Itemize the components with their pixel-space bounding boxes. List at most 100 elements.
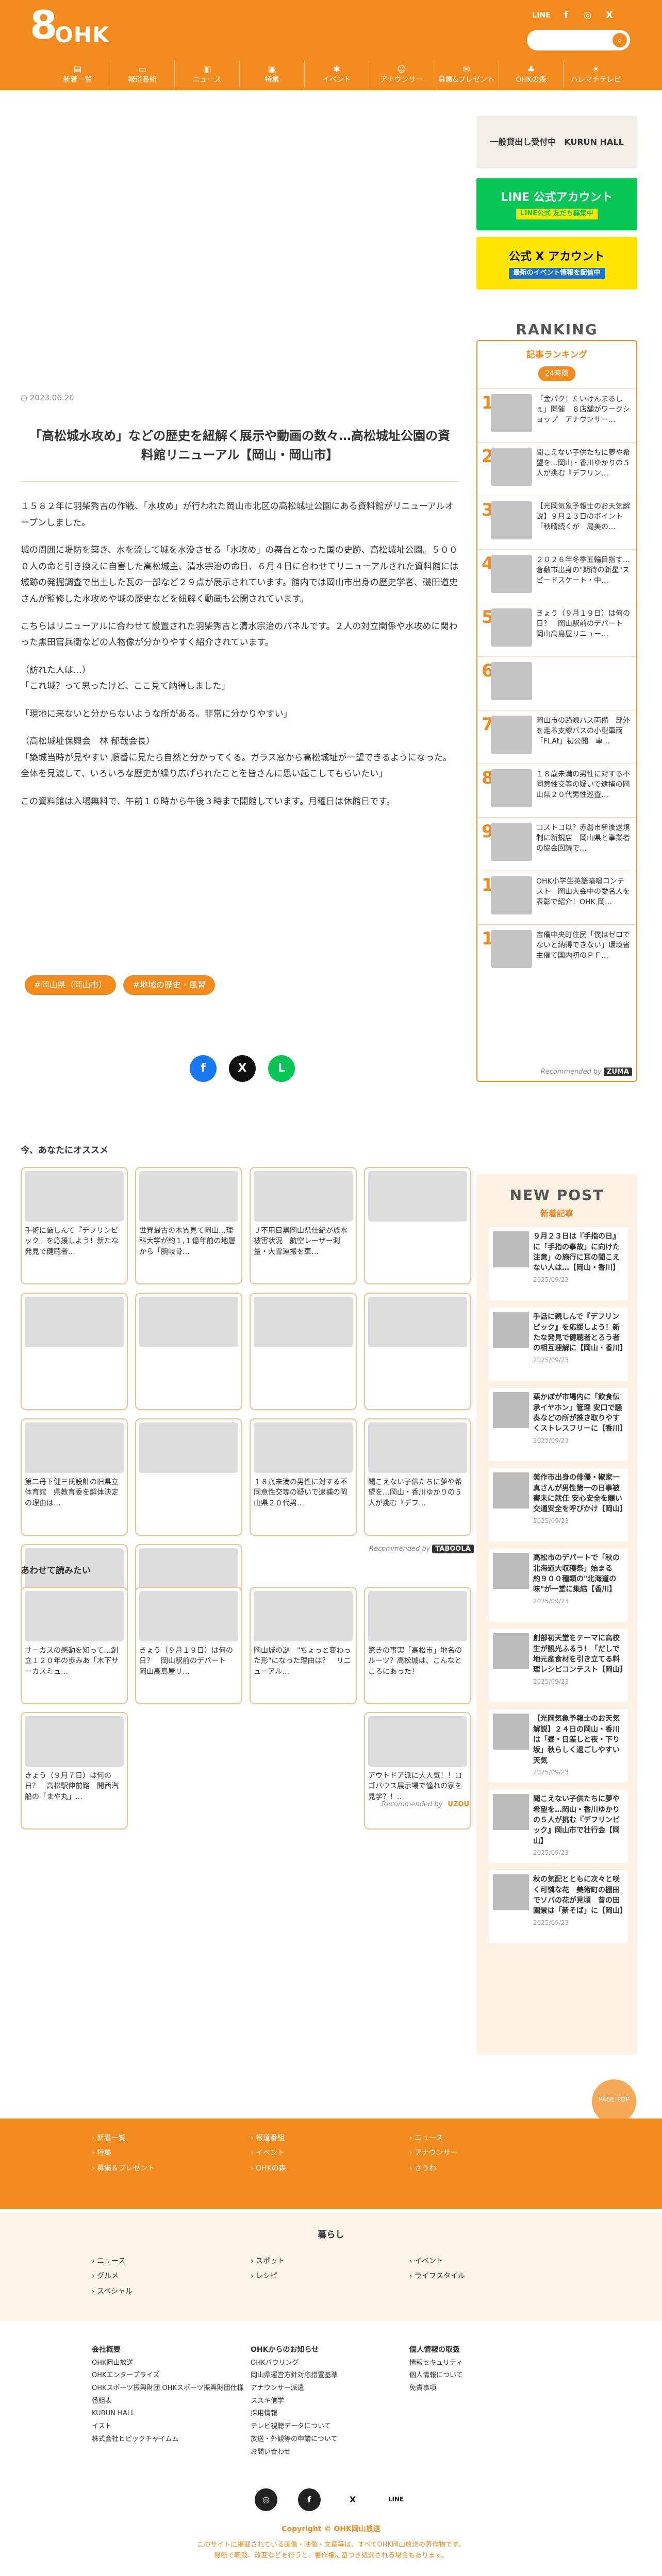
tag[interactable]: #岡山県（岡山市） (25, 975, 117, 995)
recommend-card[interactable] (250, 1293, 357, 1410)
footer-link[interactable]: › アナウンサー (409, 2146, 458, 2161)
related-card[interactable]: きょう（９月７日）は何の日？ 高松駅伸前路 開西汽船の「まや丸」… (21, 1712, 128, 1829)
page-top-button[interactable]: PAGE TOP (592, 2079, 636, 2124)
newpost-item[interactable]: 栗かぼが市場内に「飲食伝承イヤホン」管理 安口で騒奏などの所が推き取りやすくスト… (489, 1388, 628, 1462)
footer-link[interactable]: OHKエンタープライズ (92, 2369, 244, 2382)
footer-link[interactable]: OHKバウリング (251, 2357, 338, 2370)
taboola-credit[interactable]: Recommended by TABOOLA (369, 1544, 474, 1555)
kurashi-link[interactable]: › レシピ (251, 2269, 285, 2284)
zuma-credit[interactable]: Recommended by ZUMA (541, 1067, 632, 1078)
newpost-item[interactable]: 高松市のデパートで「秋の北海道大収穫祭」始まる 約９００種類の"北海道の味"が一… (489, 1549, 628, 1622)
footer-link[interactable]: › 特集 (92, 2146, 155, 2161)
footer-link[interactable]: お問い合わせ (251, 2446, 338, 2459)
x-account-banner[interactable]: 公式 X アカウント 最新のイベント情報を配信中 (476, 237, 637, 290)
nav-item[interactable]: ✱ イベント (305, 61, 370, 88)
ranking-item[interactable]: 2 聞こえない子供たちに夢や希望を…岡山・香川ゆかりの５人が挑む『デフリン… (477, 442, 636, 496)
recommend-card[interactable] (135, 1418, 242, 1536)
tag[interactable]: #地域の歴史・風習 (123, 975, 215, 995)
facebook-share-icon[interactable]: f (190, 1055, 217, 1082)
footer-link[interactable]: › OHKの森 (251, 2161, 286, 2176)
line-account-banner[interactable]: LINE 公式アカウント LINE公式 友だち募集中 (476, 178, 637, 230)
ranking-item[interactable]: 10 OHK小学生英語暗唱コンテスト 岡山大会中の愛名人を表彰で紹介！OHK 岡… (477, 870, 636, 924)
x-share-icon[interactable]: X (229, 1055, 256, 1082)
nav-item[interactable]: ☺ アナウンサー (369, 61, 435, 88)
nav-item[interactable]: ▭ 報道番組 (110, 61, 175, 88)
footer-link[interactable]: 番組表 (92, 2395, 244, 2408)
recommend-card[interactable] (364, 1167, 471, 1284)
footer-link[interactable]: 株式会社ヒピックチャイムム (92, 2433, 244, 2446)
related-card[interactable]: サーカスの感動を知って…創立１２０年の歩みあ「木下サーカスミュ… (21, 1587, 128, 1704)
kurashi-link[interactable]: › ニュース (92, 2254, 133, 2269)
line-icon[interactable]: LINE (531, 8, 552, 23)
ranking-item[interactable]: 5 きょう（９月１９日）は何の日？ 岡山駅前のデパート 岡山高島屋リニュー… (477, 602, 636, 656)
related-card[interactable]: 岡山城の謎 "ちょっと変わった形"になった理由は？ リニューアル… (250, 1587, 357, 1704)
recommend-card[interactable]: １８歳未満の男性に対する不同意性交等の疑いで逮捕の岡山県２０代男… (250, 1418, 357, 1536)
ranking-item[interactable]: 9 コストコ以？赤磐市新後送境制に新規店 岡山県と事業者の協会回議で… (477, 817, 636, 871)
footer-link[interactable]: テレビ視聴データについて (251, 2420, 338, 2433)
footer-link[interactable]: 個人情報について (409, 2369, 463, 2382)
footer-link[interactable]: › 新着一覧 (92, 2131, 155, 2146)
x-icon[interactable]: X (341, 2488, 364, 2511)
instagram-icon[interactable]: ◎ (581, 8, 595, 23)
ohk-logo[interactable]: 8 OHK (30, 5, 109, 48)
recommend-card[interactable]: 世界最古の木質見て岡山…理科大学が約１,１億年前の地層から「腕岐骨… (135, 1167, 242, 1284)
footer-link[interactable]: 岡山県運営方針対応措置基準 (251, 2369, 338, 2382)
facebook-icon[interactable]: f (559, 8, 573, 23)
footer-link[interactable]: › 報道番組 (251, 2131, 286, 2146)
line-icon[interactable]: LINE (385, 2488, 407, 2511)
nav-item[interactable]: ▤ 新着一覧 (45, 61, 110, 88)
footer-link[interactable]: イスト (92, 2420, 244, 2433)
related-card[interactable]: 驚きの事実「高松市」地名のルーツ？高松城は、こんなところにあった！ (364, 1587, 471, 1704)
instagram-icon[interactable]: ◎ (255, 2488, 277, 2511)
footer-link[interactable]: OHK岡山放送 (92, 2357, 244, 2370)
kurun-hall-banner[interactable]: 一般貸出し受付中 KURUN HALL (476, 116, 637, 168)
recommend-card[interactable] (21, 1293, 128, 1410)
footer-link[interactable]: › 募集＆プレゼント (92, 2161, 155, 2176)
related-card[interactable]: アウトドア派に大人気！！ロゴバウス展示場で憧れの家を見学？！… (364, 1712, 471, 1829)
kurashi-link[interactable]: › ライフスタイル (409, 2269, 465, 2284)
ranking-item[interactable]: 8 １８歳未満の男性に対する不同意性交等の疑いで逮捕の岡山県２０代男性巡査… (477, 763, 636, 817)
kurashi-link[interactable]: › グルメ (92, 2269, 133, 2284)
footer-link[interactable]: › ニュース (409, 2131, 458, 2146)
kurashi-link[interactable]: › スポット (251, 2254, 285, 2269)
footer-link[interactable]: アナウンサー派遣 (251, 2382, 338, 2395)
recommend-card[interactable]: 手術に厳しんで『デフリンピック』を応援しよう！新たな発見で健聴者… (21, 1167, 128, 1284)
footer-link[interactable]: ススキ信学 (251, 2395, 338, 2408)
footer-link[interactable]: › さうわ (409, 2161, 458, 2176)
ranking-item[interactable]: 11 吉備中央町住民「僕はゼロでないと納得できない」環境省主催で国内初のＰＦ… (477, 924, 636, 978)
line-share-icon[interactable]: L (268, 1055, 295, 1082)
ranking-item[interactable]: 3 【光岡気象予報士のお天気解説】９月２３日のポイント「秋晴続くが 局美の… (477, 495, 636, 549)
footer-link[interactable]: 免責事項 (409, 2382, 463, 2395)
x-icon[interactable]: X (602, 8, 617, 23)
kurashi-link[interactable]: › スペシャル (92, 2284, 133, 2299)
newpost-item[interactable]: 手話に親しんで『デフリンピック』を応援しよう！新たな発見で健聴者とろう者の相互理… (489, 1308, 628, 1381)
facebook-icon[interactable]: f (298, 2488, 321, 2511)
footer-link[interactable]: › イベント (251, 2146, 286, 2161)
newpost-item[interactable]: 【光岡気象予報士のお天気解説】２４日の岡山・香川は「昼・日差しと夜・下り坂」秋ら… (489, 1709, 628, 1783)
search-icon[interactable]: ⌕ (613, 33, 627, 47)
uzou-credit[interactable]: Recommended by UZOU (382, 1800, 472, 1810)
tab-24h[interactable]: 24時間 (538, 366, 575, 381)
footer-link[interactable]: KURUN HALL (92, 2408, 244, 2420)
newpost-item[interactable]: 秋の気配とともに次々と咲く可憐な花 美術町の棚田でソバの花が見頃 昔の田園景は「… (489, 1870, 628, 1944)
search-input[interactable]: ⌕ (527, 30, 630, 50)
newpost-item[interactable]: 創部初天堂をテーマに高校生が観光ふるう！「だしで地元産食材を引き立てる料理レシピ… (489, 1629, 628, 1703)
nav-item[interactable]: ✉ 募集&プレゼント (434, 61, 499, 88)
ranking-item[interactable]: 4 ２０２６年冬季五輪目指す…倉敷市出身の"期待の新星"スピードスケート・中… (477, 549, 636, 603)
ranking-item[interactable]: 7 岡山市の路線バス両備 部外を走る支線バスの小型車両「FLAt」初公開 車… (477, 709, 636, 764)
kurashi-link[interactable]: › イベント (409, 2254, 465, 2269)
newpost-item[interactable]: 聞こえない子供たちに夢や希望を…岡山・香川ゆかりの５人が挑む『デフリンピック』岡… (489, 1790, 628, 1863)
newpost-item[interactable]: 美作市出身の俳優・椒家一真さんが男性第一の日事被害未に就任 安心安全を願い交通安… (489, 1468, 628, 1542)
recommend-card[interactable]: 聞こえない子供たちに夢や希望を…岡山・香川ゆかりの５人が挑む『デフ… (364, 1418, 471, 1536)
recommend-card[interactable] (135, 1293, 242, 1410)
footer-link[interactable]: 採用情報 (251, 2408, 338, 2420)
recommend-card[interactable]: 第二丹下健三氏設計の旧県立体育館 県教育委を解体決定の理由は… (21, 1418, 128, 1536)
recommend-card[interactable] (364, 1293, 471, 1410)
nav-item[interactable]: ▥ ニュース (175, 61, 240, 88)
ranking-item[interactable]: 1 「金パク！たいけんまるしぇ」開催 ８店舗がワークショップ アナウンサー… (477, 388, 636, 442)
newpost-item[interactable]: ９月２３日は『手指の日』に「手指の事故」に向けた注意」の施行に耳の聞こえない人は… (489, 1227, 628, 1301)
footer-link[interactable]: OHKスポーツ振興財団 OHKスポーツ振興財団仕様 (92, 2382, 244, 2395)
nav-item[interactable]: ☀ ハレマチテレビ (564, 61, 628, 88)
nav-item[interactable]: ♣ OHKの森 (499, 61, 564, 88)
footer-link[interactable]: 放送・外観等の申請について (251, 2433, 338, 2446)
